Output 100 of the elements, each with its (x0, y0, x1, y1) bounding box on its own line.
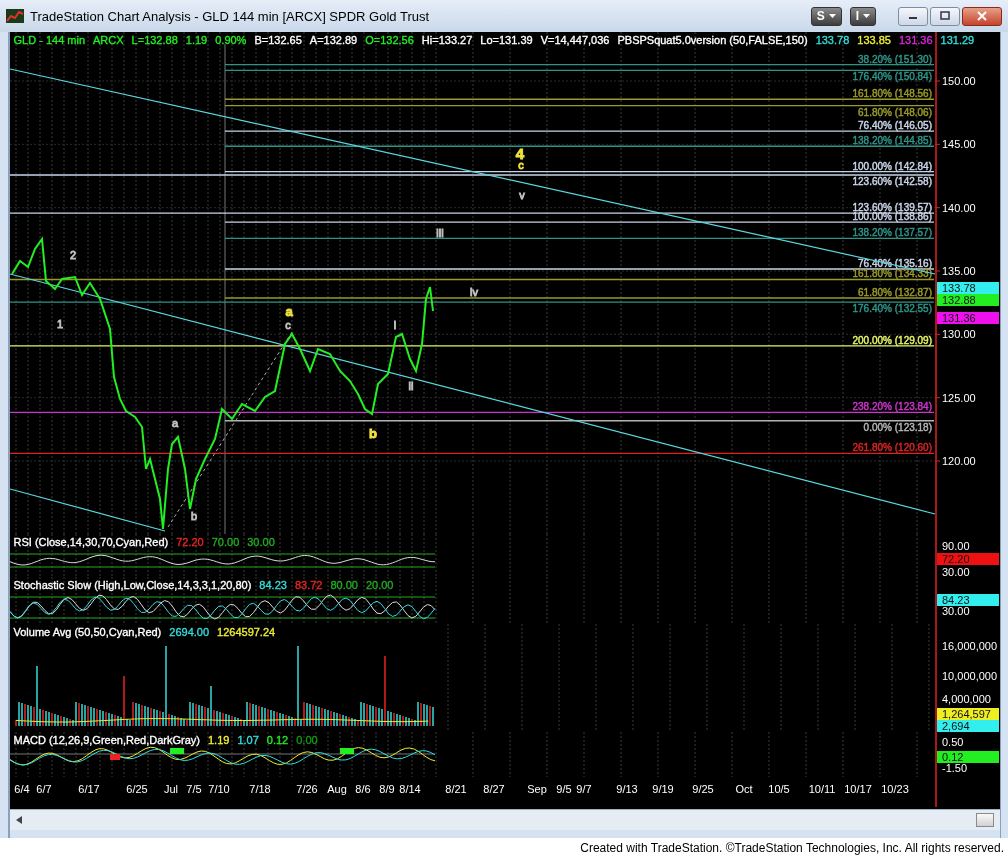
symbol-info-text: 131.36 (898, 34, 933, 47)
time-axis-label: 7/18 (248, 783, 271, 795)
time-axis-label: 6/4 (13, 783, 30, 795)
axis-label: 0.50 (941, 736, 963, 748)
wave-label: iii (435, 227, 444, 239)
time-axis-label: 8/6 (354, 783, 371, 795)
time-axis-label: 10/23 (880, 783, 909, 795)
time-axis-label: Sep (526, 783, 547, 795)
time-axis-label: 8/27 (482, 783, 505, 795)
time-axis-label: 7/5 (185, 783, 202, 795)
time-axis-label: 6/25 (125, 783, 148, 795)
indicator-legend-text: RSI (Close,14,30,70,Cyan,Red) (13, 536, 169, 549)
fib-level-label: 61.80% (148.06) (857, 106, 932, 118)
minimize-button[interactable] (898, 6, 928, 26)
time-axis-label: Aug (326, 783, 347, 795)
caret-icon (863, 14, 870, 18)
axis-label: 135.00 (941, 265, 976, 277)
fib-level-label: 238.20% (123.84) (852, 401, 932, 413)
fib-level-label: 38.20% (151.30) (857, 53, 932, 65)
fib-level-label: 161.80% (134.33) (852, 268, 932, 280)
symbol-info-text: 131.29 (940, 34, 975, 47)
value-badge: 1,264,597 (936, 708, 999, 720)
time-axis-label: 9/5 (555, 783, 572, 795)
wave-label: iv (469, 286, 478, 298)
fib-level-label: 100.00% (138.86) (852, 211, 932, 223)
wave-label: ii (408, 380, 413, 392)
wave-label: i (393, 319, 396, 331)
wave-label: a (171, 417, 178, 429)
fib-level-label: 161.80% (148.56) (852, 88, 932, 100)
axis-label: 16,000,000 (941, 640, 997, 652)
fib-level-label: 176.40% (132.55) (852, 303, 932, 315)
left-arrow-icon (15, 816, 22, 824)
toolbar-menu-button[interactable]: I (849, 6, 876, 26)
price-badge: 132.88 (936, 294, 999, 306)
symbol-info-text: L=132.88 (131, 34, 178, 47)
close-icon (976, 11, 988, 21)
wave-label: b (190, 510, 197, 522)
symbol-info-text: B=132.65 (254, 34, 302, 47)
price-badge: 131.36 (936, 312, 999, 324)
indicator-legend-text: 0.12 (266, 734, 289, 747)
indicator-legend-text: 1264597.24 (217, 626, 276, 639)
fib-level-label: 261.80% (120.60) (852, 442, 932, 454)
indicator-legend-text: MACD (12,26,9,Green,Red,DarkGray) (13, 734, 200, 747)
symbol-info-text: Hi=133.27 (421, 34, 473, 47)
fib-level-label: 176.40% (150.84) (852, 71, 932, 83)
time-axis-label: 7/26 (295, 783, 318, 795)
scroll-thumb[interactable] (975, 813, 994, 827)
time-axis-label: 7/10 (207, 783, 230, 795)
indicator-legend-text: 0.00 (296, 734, 318, 747)
close-button[interactable] (962, 6, 1002, 26)
toolbar-menu-button[interactable]: S (810, 6, 842, 26)
indicator-legend-text: 83.72 (294, 579, 323, 592)
time-axis-label: 10/11 (808, 783, 835, 795)
axis-label: 130.00 (941, 328, 976, 341)
time-axis-label: Oct (734, 783, 753, 795)
axis-label: -1.50 (941, 762, 967, 774)
time-axis-label: 10/5 (767, 783, 790, 795)
indicator-legend-text: 30.00 (247, 536, 275, 549)
indicator-legend-text: 1.19 (207, 734, 230, 747)
time-axis-label: 8/14 (398, 783, 421, 795)
time-axis-label: 9/13 (615, 783, 638, 795)
fib-level-label: 0.00% (123.18) (863, 421, 932, 433)
wave-label: 1 (56, 318, 63, 330)
axis-label: 140.00 (941, 201, 976, 214)
value-badge: 72.20 (936, 553, 999, 565)
maximize-button[interactable] (930, 6, 960, 26)
wave-label: a (284, 304, 293, 319)
indicator-legend-text: 70.00 (211, 536, 240, 549)
value-badge: 0.12 (936, 751, 999, 763)
value-badge: 2,694 (936, 720, 999, 732)
time-axis-label: 9/19 (651, 783, 674, 795)
axis-label: 10,000,000 (941, 670, 997, 682)
axis-label: 150.00 (941, 75, 976, 87)
maximize-icon (939, 11, 951, 21)
horizontal-scrollbar[interactable] (9, 809, 1000, 830)
wave-label: 2 (69, 249, 76, 261)
symbol-info-text: 0.90% (215, 34, 247, 47)
fib-level-label: 123.60% (142.58) (852, 176, 932, 187)
symbol-info-text: O=132.56 (365, 34, 414, 47)
indicator-legend-text: 80.00 (330, 579, 358, 592)
fib-level-label: 138.20% (144.85) (852, 135, 932, 147)
symbol-info-text: 1.19 (185, 34, 208, 47)
time-axis-label: 6/7 (35, 783, 52, 795)
price-badge: 133.78 (936, 282, 999, 294)
wave-label: c (517, 159, 524, 171)
indicator-legend-text: 2694.00 (169, 626, 210, 639)
time-axis-label: 9/25 (691, 783, 714, 795)
fib-level-label: 200.00% (129.09) (852, 334, 932, 346)
caret-icon (828, 14, 836, 18)
indicator-legend-text: 1.07 (237, 734, 259, 747)
wave-label: 4 (515, 145, 524, 162)
time-axis-label: 10/17 (843, 783, 872, 795)
indicator-legend-text: 72.20 (176, 536, 204, 549)
time-axis-label: Jul (163, 783, 178, 795)
indicator-legend-text: 20.00 (365, 579, 394, 592)
fib-level-label: 76.40% (135.16) (857, 258, 932, 269)
chart-icon (6, 9, 24, 23)
axis-label: 4,000,000 (941, 693, 991, 705)
axis-label: 90.00 (941, 540, 970, 552)
indicator-legend-text: Stochastic Slow (High,Low,Close,14,3,3,1,20,80) (13, 579, 252, 592)
